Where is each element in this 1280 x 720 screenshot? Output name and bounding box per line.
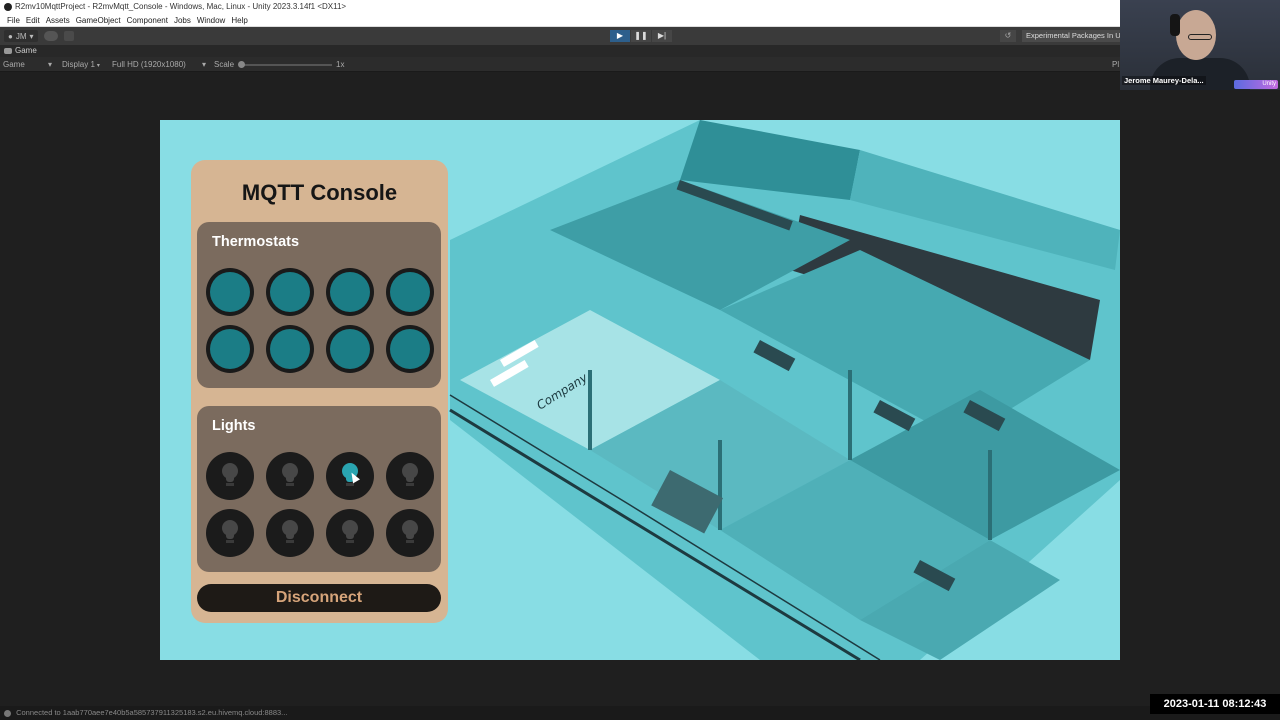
lightbulb-icon bbox=[400, 463, 420, 489]
menu-bar: File Edit Assets GameObject Component Jo… bbox=[0, 14, 1120, 27]
play-focused-dropdown[interactable]: Pl bbox=[1112, 57, 1119, 72]
gamepad-icon bbox=[4, 48, 12, 54]
thermostat-dial-icon bbox=[210, 329, 250, 369]
window-titlebar: R2mv10MqttProject - R2mvMqtt_Console - W… bbox=[0, 0, 1120, 14]
game-mode-dropdown[interactable]: Game bbox=[3, 57, 25, 72]
thermostat-dial-icon bbox=[270, 272, 310, 312]
thermostat-dial-icon bbox=[390, 329, 430, 369]
menu-jobs[interactable]: Jobs bbox=[171, 14, 194, 26]
thermostat-button-7[interactable] bbox=[326, 325, 374, 373]
account-label: JM bbox=[15, 31, 27, 41]
menu-window[interactable]: Window bbox=[194, 14, 228, 26]
cloud-icon[interactable] bbox=[43, 31, 58, 41]
thermostat-button-8[interactable] bbox=[386, 325, 434, 373]
thermostat-dial-icon bbox=[330, 329, 370, 369]
lights-title: Lights bbox=[212, 418, 256, 434]
status-bar: Connected to 1aab770aee7e40b5a5857379113… bbox=[0, 706, 1280, 720]
step-button[interactable]: ▶| bbox=[652, 30, 672, 42]
light-grid bbox=[206, 452, 434, 557]
menu-file[interactable]: File bbox=[4, 14, 23, 26]
chevron-down-icon: ▾ bbox=[202, 60, 207, 69]
light-toggle-5[interactable] bbox=[206, 509, 254, 557]
account-icon: ● bbox=[8, 31, 13, 41]
resolution-dropdown[interactable]: Full HD (1920x1080) bbox=[112, 57, 186, 72]
info-icon bbox=[4, 709, 11, 717]
light-toggle-6[interactable] bbox=[266, 509, 314, 557]
lightbulb-icon bbox=[340, 520, 360, 546]
scale-label: Scale bbox=[214, 60, 235, 69]
thermostat-button-4[interactable] bbox=[386, 268, 434, 316]
status-text[interactable]: Connected to 1aab770aee7e40b5a5857379113… bbox=[16, 708, 287, 717]
game-tab[interactable]: Game bbox=[0, 45, 1280, 57]
thermostat-dial-icon bbox=[330, 272, 370, 312]
unity-logo-icon bbox=[4, 3, 12, 11]
menu-assets[interactable]: Assets bbox=[43, 14, 73, 26]
glasses-icon bbox=[1188, 34, 1212, 40]
lightbulb-icon bbox=[280, 520, 300, 546]
play-controls: ▶ ❚❚ ▶| bbox=[610, 30, 672, 42]
light-toggle-7[interactable] bbox=[326, 509, 374, 557]
menu-component[interactable]: Component bbox=[124, 14, 171, 26]
thermostat-dial-icon bbox=[390, 272, 430, 312]
menu-edit[interactable]: Edit bbox=[23, 14, 43, 26]
history-icon[interactable]: ↺ bbox=[1000, 30, 1016, 42]
mqtt-console-panel: MQTT Console Thermostats Lights Disconne… bbox=[191, 160, 448, 623]
light-toggle-3[interactable] bbox=[326, 452, 374, 500]
light-toggle-8[interactable] bbox=[386, 509, 434, 557]
presenter-name: Jerome Maurey-Dela... bbox=[1122, 76, 1206, 85]
brand-label: Unity bbox=[1262, 81, 1276, 87]
chevron-down-icon: ▾ bbox=[48, 60, 53, 69]
play-button[interactable]: ▶ bbox=[610, 30, 630, 42]
pause-button[interactable]: ❚❚ bbox=[631, 30, 651, 42]
light-toggle-4[interactable] bbox=[386, 452, 434, 500]
disconnect-button[interactable]: Disconnect bbox=[197, 584, 441, 612]
lightbulb-icon bbox=[220, 520, 240, 546]
unity-brand-badge: Unity bbox=[1234, 80, 1278, 89]
collab-icon[interactable] bbox=[63, 31, 74, 41]
thermostat-grid bbox=[206, 268, 434, 373]
light-toggle-2[interactable] bbox=[266, 452, 314, 500]
window-title: R2mv10MqttProject - R2mvMqtt_Console - W… bbox=[15, 2, 347, 11]
thermostat-button-1[interactable] bbox=[206, 268, 254, 316]
scale-slider[interactable] bbox=[240, 64, 332, 66]
webcam-overlay: Jerome Maurey-Dela... Unity bbox=[1120, 0, 1280, 90]
thermostat-button-6[interactable] bbox=[266, 325, 314, 373]
light-toggle-1[interactable] bbox=[206, 452, 254, 500]
menu-help[interactable]: Help bbox=[228, 14, 250, 26]
thermostats-title: Thermostats bbox=[212, 234, 300, 250]
thermostat-button-2[interactable] bbox=[266, 268, 314, 316]
lightbulb-icon bbox=[280, 463, 300, 489]
console-title: MQTT Console bbox=[241, 180, 398, 205]
game-viewport[interactable]: Company MQTT Console Thermostats Lights bbox=[160, 120, 1120, 660]
lights-section: Lights bbox=[197, 406, 441, 572]
game-tab-label: Game bbox=[15, 46, 37, 55]
thermostats-section: Thermostats bbox=[197, 222, 441, 388]
scale-slider-handle[interactable] bbox=[238, 61, 245, 68]
chevron-down-icon: ▾ bbox=[29, 31, 34, 41]
menu-gameobject[interactable]: GameObject bbox=[73, 14, 124, 26]
lightbulb-icon bbox=[220, 463, 240, 489]
lightbulb-icon bbox=[400, 520, 420, 546]
experimental-packages-badge[interactable]: Experimental Packages In U bbox=[1022, 30, 1120, 42]
account-button[interactable]: ● JM ▾ bbox=[4, 30, 38, 42]
game-view-toolbar: Game ▾ Display 1 ▾ Full HD (1920x1080) ▾ … bbox=[0, 57, 1280, 72]
thermostat-dial-icon bbox=[270, 329, 310, 369]
thermostat-button-5[interactable] bbox=[206, 325, 254, 373]
recording-timestamp: 2023-01-11 08:12:43 bbox=[1150, 694, 1280, 714]
thermostat-dial-icon bbox=[210, 272, 250, 312]
scale-value: 1x bbox=[336, 60, 345, 69]
editor-toolbar: ● JM ▾ ▶ ❚❚ ▶| ↺ Experimental Packages I… bbox=[0, 27, 1120, 45]
thermostat-button-3[interactable] bbox=[326, 268, 374, 316]
headset-icon bbox=[1170, 14, 1180, 36]
